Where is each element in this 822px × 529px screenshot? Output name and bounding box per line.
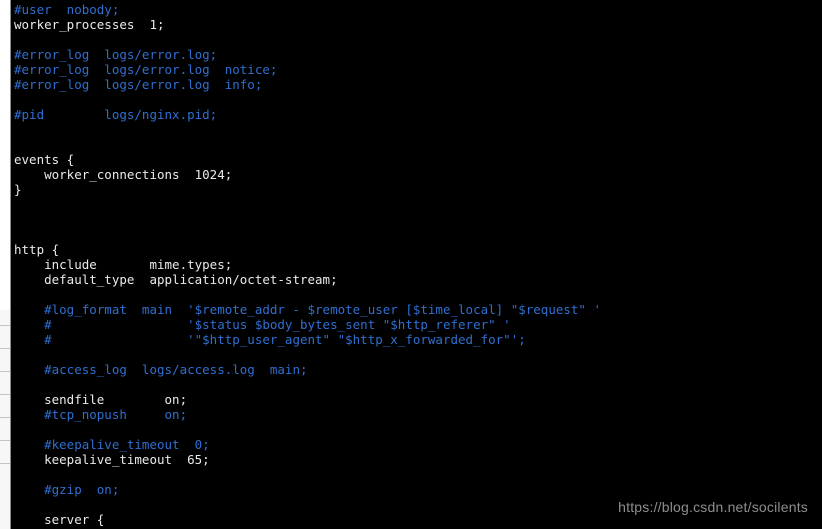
- code-line: events {: [14, 152, 75, 167]
- editor-window: #user nobody; worker_processes 1; #error_…: [0, 0, 822, 529]
- code-line: http {: [14, 242, 60, 257]
- code-line: #tcp_nopush on;: [14, 407, 188, 422]
- gutter-upper-region: [0, 0, 10, 310]
- code-content[interactable]: #user nobody; worker_processes 1; #error_…: [11, 0, 601, 529]
- code-line: #error_log logs/error.log info;: [14, 77, 263, 92]
- gutter-divider: [0, 371, 10, 372]
- code-line: #pid logs/nginx.pid;: [14, 107, 218, 122]
- code-line: # '"$http_user_agent" "$http_x_forwarded…: [14, 332, 526, 347]
- gutter-divider: [0, 325, 10, 326]
- gutter-divider: [0, 440, 10, 441]
- editor-left-gutter[interactable]: [0, 0, 11, 529]
- code-line: #error_log logs/error.log notice;: [14, 62, 278, 77]
- gutter-divider: [0, 463, 10, 464]
- code-line: #gzip on;: [14, 482, 120, 497]
- code-line: #access_log logs/access.log main;: [14, 362, 308, 377]
- code-line: worker_connections 1024;: [14, 167, 233, 182]
- gutter-divider: [0, 348, 10, 349]
- code-line: #user nobody;: [14, 2, 120, 17]
- gutter-lower-region: [0, 310, 10, 529]
- code-line: worker_processes 1;: [14, 17, 165, 32]
- watermark-url: https://blog.csdn.net/socilents: [618, 499, 808, 515]
- code-line: keepalive_timeout 65;: [14, 452, 210, 467]
- code-editor-pane[interactable]: #user nobody; worker_processes 1; #error_…: [11, 0, 822, 529]
- gutter-divider: [0, 394, 10, 395]
- code-line: # '$status $body_bytes_sent "$http_refer…: [14, 317, 511, 332]
- code-line: #log_format main '$remote_addr - $remote…: [14, 302, 601, 317]
- code-line: default_type application/octet-stream;: [14, 272, 338, 287]
- code-line: }: [14, 182, 22, 197]
- code-line: server {: [14, 512, 105, 527]
- code-line: #error_log logs/error.log;: [14, 47, 218, 62]
- code-line: #keepalive_timeout 0;: [14, 437, 210, 452]
- code-line: sendfile on;: [14, 392, 188, 407]
- gutter-divider: [0, 417, 10, 418]
- code-line: include mime.types;: [14, 257, 233, 272]
